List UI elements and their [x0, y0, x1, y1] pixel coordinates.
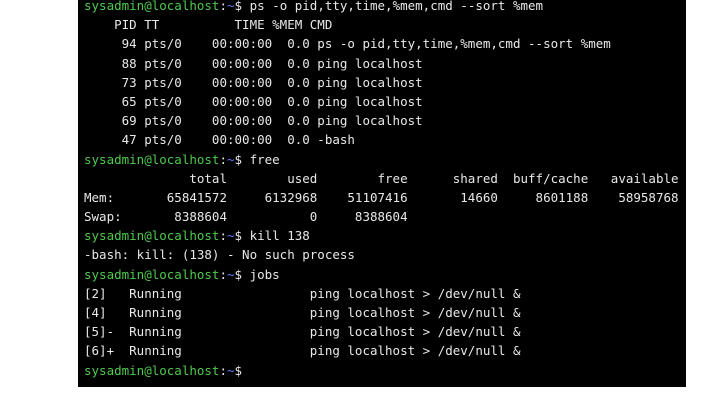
prompt-colon: : — [219, 151, 227, 167]
prompt-user-host: sysadmin@localhost — [84, 0, 220, 13]
prompt-dollar: $ — [234, 151, 243, 167]
output-line: [4] Running ping localhost > /dev/null & — [84, 305, 521, 320]
output-line: [2] Running ping localhost > /dev/null & — [84, 285, 521, 301]
output-line: [6]+ Running ping localhost > /dev/null … — [84, 343, 521, 359]
prompt-dollar: $ — [234, 362, 243, 378]
output-line: PID TT TIME %MEM CMD — [84, 17, 333, 33]
prompt-path: ~ — [227, 0, 235, 13]
prompt-user-host: sysadmin@localhost — [84, 228, 220, 244]
prompt-colon: : — [219, 0, 227, 13]
output-line: total used free shared buff/cache availa… — [84, 170, 679, 186]
command-text: jobs — [242, 266, 280, 282]
prompt-path: ~ — [227, 362, 235, 378]
prompt-dollar: $ — [234, 0, 243, 13]
prompt-user-host: sysadmin@localhost — [84, 266, 220, 282]
output-line: Swap: 8388604 0 8388604 — [84, 209, 408, 225]
prompt-line: sysadmin@localhost:~$ ps -o pid,tty,time… — [84, 0, 679, 15]
prompt-colon: : — [219, 362, 227, 378]
terminal-window[interactable]: sysadmin@localhost:~$ ps -o pid,tty,time… — [78, 0, 686, 387]
output-line: 88 pts/0 00:00:00 0.0 ping localhost — [84, 55, 423, 71]
prompt-line: sysadmin@localhost:~$ free — [84, 150, 679, 169]
prompt-colon: : — [219, 266, 227, 282]
prompt-line: sysadmin@localhost:~$ — [84, 361, 679, 380]
prompt-path: ~ — [227, 228, 235, 244]
output-line: 69 pts/0 00:00:00 0.0 ping localhost — [84, 113, 423, 129]
prompt-path: ~ — [227, 266, 235, 282]
command-text: kill 138 — [242, 228, 310, 244]
command-text: free — [242, 151, 280, 167]
output-line: Mem: 65841572 6132968 51107416 14660 860… — [84, 189, 679, 205]
output-line: 73 pts/0 00:00:00 0.0 ping localhost — [84, 74, 423, 90]
prompt-user-host: sysadmin@localhost — [84, 151, 220, 167]
prompt-user-host: sysadmin@localhost — [84, 362, 220, 378]
terminal-cursor[interactable] — [242, 363, 250, 377]
command-text: ps -o pid,tty,time,%mem,cmd --sort %mem — [242, 0, 544, 13]
prompt-dollar: $ — [234, 266, 243, 282]
output-line: 94 pts/0 00:00:00 0.0 ps -o pid,tty,time… — [84, 36, 611, 52]
prompt-line: sysadmin@localhost:~$ kill 138 — [84, 226, 679, 245]
prompt-colon: : — [219, 228, 227, 244]
prompt-dollar: $ — [234, 228, 243, 244]
output-line: 65 pts/0 00:00:00 0.0 ping localhost — [84, 93, 423, 109]
output-line: -bash: kill: (138) - No such process — [84, 247, 355, 263]
prompt-line: sysadmin@localhost:~$ jobs — [84, 265, 679, 284]
output-line: [5]- Running ping localhost > /dev/null … — [84, 324, 521, 340]
output-line: 47 pts/0 00:00:00 0.0 -bash — [84, 132, 355, 148]
prompt-path: ~ — [227, 151, 235, 167]
terminal-output: sysadmin@localhost:~$ ps -o pid,tty,time… — [84, 0, 679, 380]
